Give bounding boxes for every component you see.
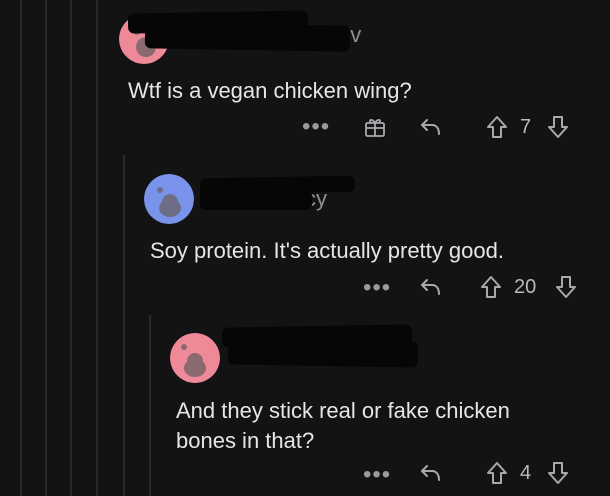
more-options-button[interactable]: ••• (302, 115, 330, 139)
reply-button[interactable] (418, 274, 444, 300)
upvote-button[interactable] (478, 274, 504, 300)
downvote-arrow-icon (548, 116, 568, 138)
user-avatar[interactable] (170, 333, 220, 383)
thread-line-2[interactable] (45, 0, 47, 496)
vote-count: 7 (520, 116, 532, 138)
reply-arrow-icon (421, 465, 440, 481)
thread-line-3[interactable] (70, 0, 72, 496)
comment-body: And they stick real or fake chicken bone… (176, 398, 510, 453)
comment-body: Wtf is a vegan chicken wing? (128, 78, 412, 103)
upvote-button[interactable] (484, 114, 510, 140)
upvote-button[interactable] (484, 460, 510, 486)
thread-line-4[interactable] (96, 0, 98, 496)
reply-button[interactable] (418, 460, 444, 486)
reply-arrow-icon (421, 279, 440, 295)
thread-line-1[interactable] (20, 0, 22, 496)
snoo-avatar-icon (144, 174, 194, 224)
thread-line-5[interactable] (123, 155, 125, 496)
thread-line-6[interactable] (149, 315, 151, 496)
vote-count: 4 (520, 462, 532, 484)
redaction-mark (227, 338, 419, 368)
upvote-arrow-icon (487, 462, 507, 484)
redaction-mark (144, 22, 351, 52)
upvote-arrow-icon (487, 116, 507, 138)
downvote-button[interactable] (553, 274, 579, 300)
downvote-arrow-icon (556, 276, 576, 298)
reply-button[interactable] (418, 114, 444, 140)
reply-arrow-icon (421, 119, 440, 135)
more-options-button[interactable]: ••• (363, 276, 391, 300)
upvote-arrow-icon (481, 276, 501, 298)
snoo-avatar-icon (170, 333, 220, 383)
vote-count: 20 (514, 276, 537, 298)
award-button[interactable] (362, 114, 388, 140)
more-options-button[interactable]: ••• (363, 463, 391, 487)
user-avatar[interactable] (144, 174, 194, 224)
comment-thread: 3v Wtf is a vegan chicken wing? ••• (0, 0, 610, 496)
downvote-arrow-icon (548, 462, 568, 484)
downvote-button[interactable] (545, 460, 571, 486)
downvote-button[interactable] (545, 114, 571, 140)
comment-body: Soy protein. It's actually pretty good. (150, 238, 504, 263)
gift-award-icon (365, 119, 385, 137)
redaction-mark (200, 190, 312, 210)
